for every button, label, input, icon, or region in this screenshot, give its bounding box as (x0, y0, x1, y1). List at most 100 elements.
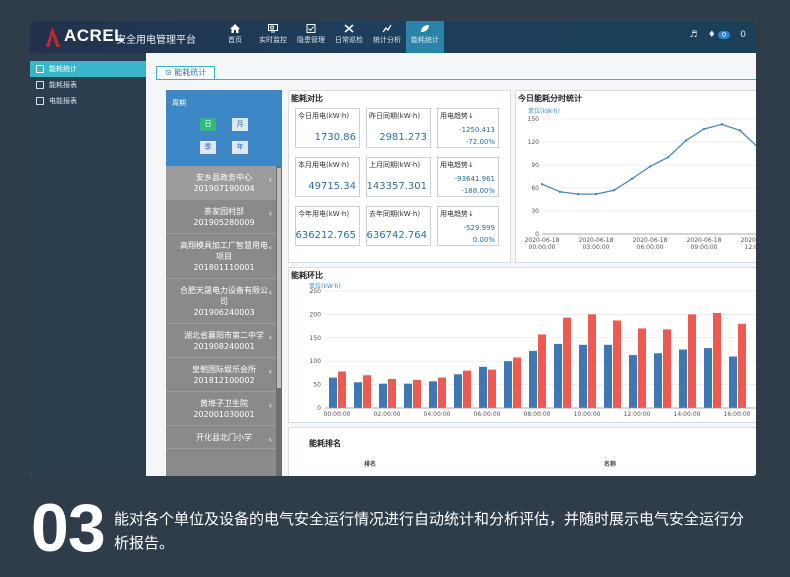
chevron-left-icon: ‹ (268, 333, 272, 342)
x-tick-time: 00:00:00 (529, 244, 556, 251)
app-screenshot: ACREL 安全用电管理平台 首页 实时监控 隐患管理 日常巡检 统计分析 能耗… (30, 21, 756, 476)
site-filter-panel: 周期 日 月 季 年 安乡县政务中心 201907190004 ‹ 茶家园村部 2019… (166, 90, 282, 476)
nav-inspection[interactable]: 日常巡检 (330, 21, 368, 53)
site-list-item[interactable]: 湖北省襄阳市第二中学 201908240001 ‹ (166, 324, 282, 358)
y-tick-label: 200 (310, 311, 322, 318)
user-avatar[interactable]: 0 (740, 30, 746, 40)
data-point (558, 190, 562, 194)
x-tick-label: 16:00:00 (724, 411, 751, 418)
scrollbar-thumb[interactable] (277, 168, 281, 388)
sidebar: 能耗统计 能耗报表 电能报表 (30, 53, 146, 476)
ranking-col-rank: 排名 (364, 461, 377, 468)
chevron-left-icon: ‹ (268, 288, 272, 297)
site-code: 201906240003 (193, 308, 255, 317)
x-tick-time: 12:00:00 (745, 244, 756, 251)
x-tick-label: 00:00:00 (324, 411, 351, 418)
y-tick-label: 250 (310, 288, 322, 295)
x-tick-date: 2020-06-18 (633, 237, 668, 244)
period-year-button[interactable]: 年 (232, 141, 248, 154)
trend-value: -93641.961 (454, 175, 495, 183)
volume-icon[interactable]: ♬ (690, 30, 698, 40)
bar (579, 344, 587, 408)
stat-label: 今日用电(kW·h) (298, 112, 350, 120)
nav-energy[interactable]: 能耗统计 (406, 21, 444, 53)
stat-label: 用电趋势↓ (440, 161, 474, 169)
x-tick-label: 14:00:00 (674, 411, 701, 418)
x-tick-date: 2020-06-18 (579, 237, 614, 244)
data-point (738, 129, 742, 132)
nav-hazard[interactable]: 隐患管理 (292, 21, 330, 53)
main-nav: 首页 实时监控 隐患管理 日常巡检 统计分析 能耗统计 (216, 21, 444, 53)
bar (688, 314, 696, 408)
sidebar-item-label: 能耗报表 (49, 81, 77, 89)
x-tick-label: 12:00:00 (624, 411, 651, 418)
bar (654, 353, 662, 408)
stat-card: 本月用电(kW·h) 49715.34 (295, 157, 360, 197)
stat-label: 昨日同期(kW·h) (369, 112, 421, 120)
trend-percent: -188.00% (461, 187, 495, 195)
report-icon (36, 97, 44, 105)
notification-bell[interactable]: ♦ 0 (708, 30, 731, 40)
stat-card: 用电趋势↓ -1250.413 -72.00% (437, 108, 499, 148)
x-tick-label: 10:00:00 (574, 411, 601, 418)
site-list-item[interactable]: 安乡县政务中心 201907190004 ‹ (166, 166, 282, 200)
ranking-panel: 能耗排名 排名 名称 (288, 427, 756, 476)
tab-energy-stats[interactable]: ⊙ 能耗统计 (156, 66, 216, 80)
hourly-line-chart: 03060901201502020-06-1800:00:002020-06-1… (525, 116, 756, 251)
trend-value: -529.999 (463, 224, 495, 232)
period-month-button[interactable]: 月 (232, 118, 248, 131)
bar-chart-icon (36, 65, 44, 73)
bar (379, 383, 387, 408)
bar (604, 344, 612, 408)
site-list-item[interactable]: 黄埠子卫生院 202001030001 ‹ (166, 392, 282, 426)
x-tick-label: 06:00:00 (474, 411, 501, 418)
site-list-item[interactable]: 皇朝国际娱乐会所 201812100002 ‹ (166, 358, 282, 392)
monitor-icon (268, 24, 278, 33)
y-tick-label: 150 (310, 335, 322, 342)
report-icon (36, 81, 44, 89)
trend-percent: 0.00% (472, 236, 495, 244)
y-tick-label: 0 (317, 405, 321, 412)
site-code: 201905280009 (193, 218, 255, 227)
nav-label: 日常巡检 (335, 36, 363, 44)
site-list-item[interactable]: 合肥天晟电力设备有限公司 201906240003 ‹ (166, 279, 282, 324)
y-tick-label: 120 (528, 139, 540, 146)
x-tick-time: 03:00:00 (583, 244, 610, 251)
period-quarter-button[interactable]: 季 (200, 141, 216, 154)
top-right-tools: ♬ ♦ 0 0 (690, 30, 746, 40)
chevron-left-icon: ‹ (268, 175, 272, 184)
comparison-title: 能耗对比 (291, 94, 323, 103)
period-day-button[interactable]: 日 (200, 118, 216, 131)
notification-badge: 0 (717, 31, 731, 39)
app-title: 安全用电管理平台 (116, 35, 196, 46)
nav-analytics[interactable]: 统计分析 (368, 21, 406, 53)
x-tick-date: 2020-06-18 (525, 237, 560, 244)
nav-home[interactable]: 首页 (216, 21, 254, 53)
x-tick-label: 08:00:00 (524, 411, 551, 418)
bar (638, 328, 646, 408)
stat-value: 143357.301 (366, 181, 427, 192)
ranking-title: 能耗排名 (309, 439, 341, 448)
bar (338, 371, 346, 408)
sidebar-item-label: 能耗统计 (49, 65, 77, 73)
stat-label: 本月用电(kW·h) (298, 161, 350, 169)
nav-monitor[interactable]: 实时监控 (254, 21, 292, 53)
bar (563, 317, 571, 408)
bar (738, 323, 746, 408)
sidebar-item-energy-stats[interactable]: 能耗统计 (30, 61, 146, 77)
tab-label: 能耗统计 (174, 68, 207, 77)
stat-value: 636742.764 (366, 230, 427, 241)
sidebar-item-energy-report[interactable]: 能耗报表 (30, 77, 146, 93)
trend-percent: -72.00% (465, 138, 495, 146)
site-list-item[interactable]: 开化县北门小学 ‹ (166, 426, 282, 449)
site-list-item[interactable]: 高翔模具加工厂智慧用电项目 201801110001 ‹ (166, 234, 282, 279)
nav-label: 实时监控 (259, 36, 287, 44)
stat-label: 去年同期(kW·h) (369, 210, 421, 218)
chevron-left-icon: ‹ (268, 367, 272, 376)
site-list-item[interactable]: 茶家园村部 201905280009 ‹ (166, 200, 282, 234)
main-content: ⊙ 能耗统计 周期 日 月 季 年 安乡县政务中心 201907190004 ‹ 茶家… (146, 53, 756, 476)
site-code: 201907190004 (193, 184, 255, 193)
data-point (576, 192, 580, 196)
sidebar-item-power-report[interactable]: 电能报表 (30, 93, 146, 109)
bar (413, 379, 421, 408)
